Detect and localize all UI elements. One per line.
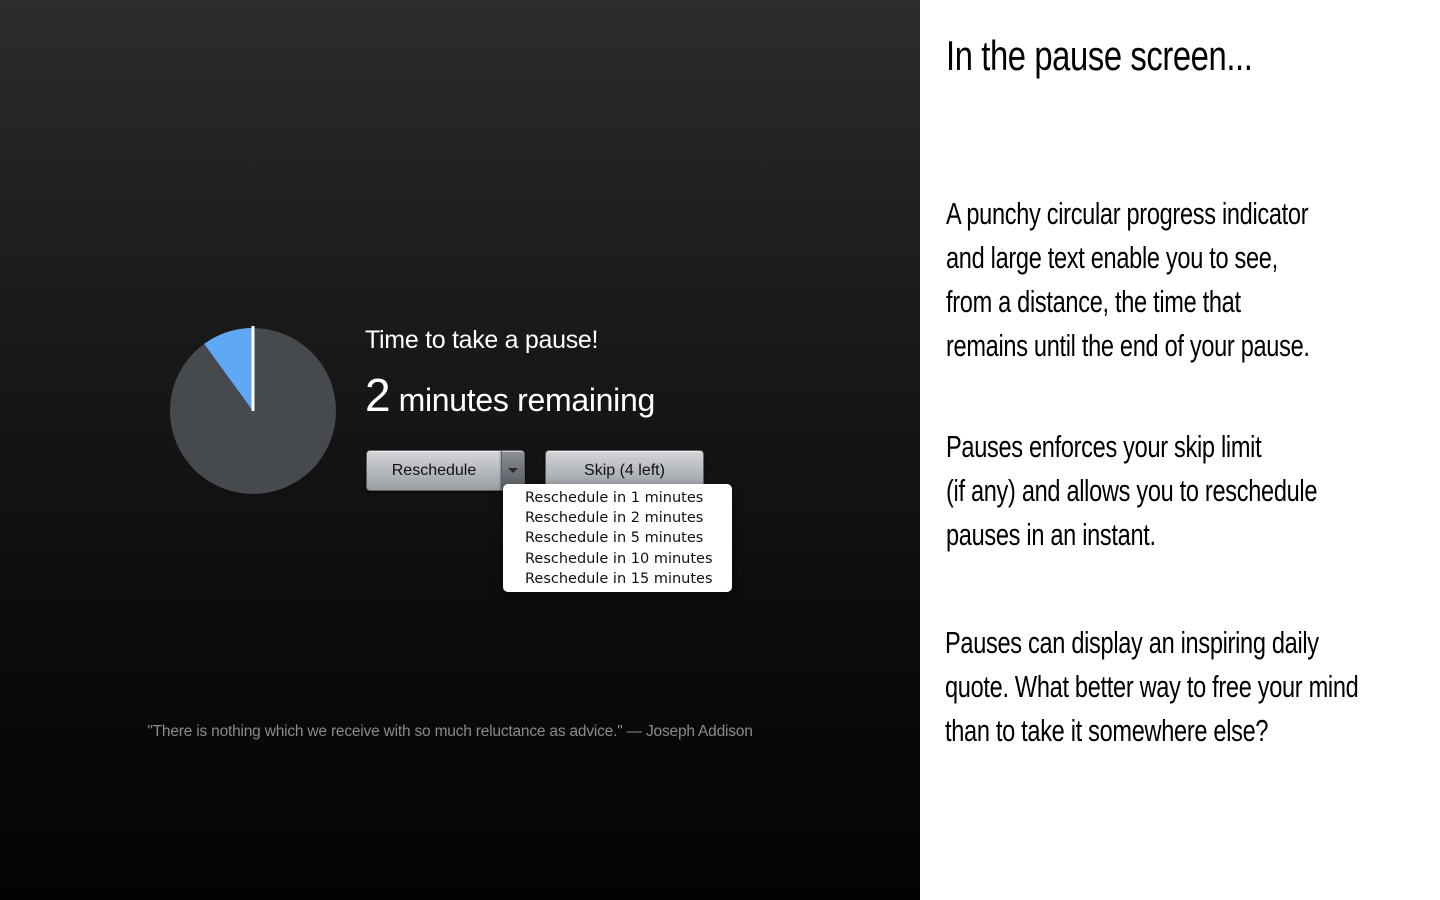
remaining-number: 2 (365, 369, 391, 421)
reschedule-menu: Reschedule in 1 minutes Reschedule in 2 … (503, 484, 732, 592)
paragraph-line: remains until the end of your pause. (946, 328, 1310, 363)
reschedule-menu-item[interactable]: Reschedule in 15 minutes (525, 569, 732, 589)
description-paragraph: A punchy circular progress indicator and… (946, 192, 1310, 368)
paragraph-line: from a distance, the time that (946, 284, 1241, 319)
paragraph-line: A punchy circular progress indicator (946, 196, 1309, 231)
chevron-down-icon (508, 468, 518, 473)
panel-title: In the pause screen... (946, 32, 1253, 79)
description-panel: In the pause screen... A punchy circular… (920, 0, 1440, 900)
paragraph-line: Pauses enforces your skip limit (946, 429, 1262, 464)
time-remaining: 2 minutes remaining (365, 368, 655, 422)
daily-quote: "There is nothing which we receive with … (147, 723, 753, 740)
reschedule-menu-item[interactable]: Reschedule in 5 minutes (525, 528, 732, 548)
reschedule-menu-item[interactable]: Reschedule in 2 minutes (525, 508, 732, 528)
progress-pie (170, 326, 336, 494)
description-paragraph: Pauses enforces your skip limit (if any)… (946, 425, 1317, 557)
reschedule-menu-item[interactable]: Reschedule in 10 minutes (525, 549, 732, 569)
pause-title: Time to take a pause! (365, 326, 599, 354)
reschedule-button[interactable]: Reschedule (366, 450, 502, 491)
pause-screen: Time to take a pause! 2 minutes remaining… (0, 0, 920, 900)
description-paragraph: Pauses can display an inspiring daily qu… (945, 621, 1359, 753)
reschedule-menu-item[interactable]: Reschedule in 1 minutes (525, 488, 732, 508)
paragraph-line: pauses in an instant. (946, 517, 1156, 552)
paragraph-line: quote. What better way to free your mind (945, 669, 1359, 704)
paragraph-line: (if any) and allows you to reschedule (946, 473, 1318, 508)
paragraph-line: Pauses can display an inspiring daily (945, 625, 1319, 660)
remaining-unit: minutes remaining (398, 382, 656, 418)
paragraph-line: and large text enable you to see, (946, 240, 1278, 275)
paragraph-line: than to take it somewhere else? (945, 713, 1269, 748)
